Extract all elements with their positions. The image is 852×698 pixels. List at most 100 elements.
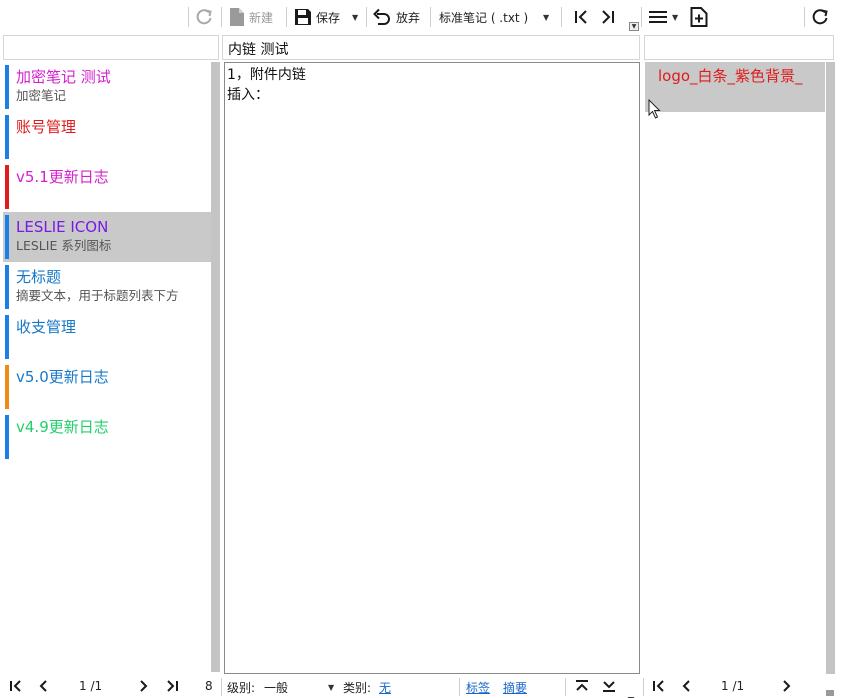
refresh-right-button[interactable] [811,4,829,30]
note-color-bar [5,315,9,359]
mouse-cursor-icon [648,99,661,119]
chevron-right-icon [783,680,791,692]
toolbar-separator [561,7,562,27]
note-list: 加密笔记 测试 加密笔记 账号管理 v5.1更新日志 LESLIE ICON LESLIE… [3,62,211,662]
chevron-right-icon [140,680,148,692]
toolbar: 新建 保存 ▼ 放弃 标准笔记 ( .txt ) ▼ ▼ ▼ [0,0,852,34]
note-list-scrollbar[interactable] [211,62,220,672]
status-separator [565,678,566,696]
new-note-label: 新建 [249,10,274,25]
minimize-status-icon[interactable]: _ [628,684,634,698]
status-bar: 1 /1 8 级别: 一般 ▼ 类别: 无 标签 摘要 _ 1 /1 [0,676,852,698]
note-color-bar [5,365,9,409]
note-item-title: 收支管理 [16,318,77,336]
last-page-button[interactable] [165,679,179,693]
note-item-summary: 摘要文本，用于标题列表下方 [16,288,179,303]
note-item-title: LESLIE ICON [16,218,109,236]
skip-last-icon [167,680,178,692]
note-type-select[interactable]: 标准笔记 ( .txt ) ▼ [439,4,549,30]
attach-first-page-button[interactable] [652,679,666,693]
note-search-input[interactable] [3,35,219,60]
chevrons-down-icon [603,681,615,692]
note-list-item[interactable]: 加密笔记 测试 加密笔记 [3,62,211,112]
note-title-field[interactable]: 内链 测试 [222,35,640,60]
new-file-icon [230,8,244,26]
menu-button[interactable]: ▼ [648,4,678,30]
chevron-left-icon [39,680,47,692]
first-page-button[interactable] [9,679,23,693]
attachment-search-input[interactable] [644,35,834,60]
refresh-left-button[interactable] [195,4,213,30]
page-indicator-left: 1 /1 [79,679,103,693]
skip-first-icon [575,10,587,24]
note-list-item[interactable]: 收支管理 [3,312,211,362]
undo-icon [373,8,390,25]
scroll-bottom-button[interactable] [601,679,617,693]
next-page-button[interactable] [138,679,150,693]
save-options-dropdown[interactable]: ▼ [352,4,358,30]
hamburger-menu-icon [649,11,667,23]
new-note-button[interactable]: 新建 [229,4,273,30]
note-title-text: 内链 测试 [228,42,289,58]
skip-first-icon [653,680,664,692]
note-list-item[interactable]: v5.1更新日志 [3,162,211,212]
category-link[interactable]: 无 [379,679,391,696]
chevron-left-icon [682,680,690,692]
discard-label: 放弃 [396,10,421,25]
level-value: 一般 [264,681,289,695]
note-editor[interactable]: 1，附件内链 插入： [224,62,640,674]
note-list-item[interactable]: LESLIE ICON LESLIE 系列图标 [3,212,211,262]
attach-next-page-button[interactable] [781,679,793,693]
note-search-field[interactable] [4,36,218,59]
note-color-bar [5,65,9,109]
note-list-item[interactable]: v5.0更新日志 [3,362,211,412]
first-note-button[interactable] [573,4,589,30]
status-separator [643,678,644,696]
note-list-item[interactable]: v4.9更新日志 [3,412,211,462]
caret-down-icon: ▼ [352,12,359,22]
note-count: 8 [205,679,213,693]
note-color-bar [5,415,9,459]
attachment-item[interactable]: logo_白条_紫色背景_ [645,62,825,112]
attachment-list: logo_白条_紫色背景_ [645,62,825,662]
chevrons-up-icon [576,680,588,691]
save-button[interactable]: 保存 [294,4,340,30]
toolbar-separator [430,7,431,27]
caret-down-icon: ▼ [672,12,679,22]
skip-first-icon [10,680,21,692]
attachment-list-scrollbar[interactable] [826,62,835,674]
note-item-title: v4.9更新日志 [16,418,109,436]
level-label: 级别: [227,681,256,695]
note-color-bar [5,165,9,209]
toolbar-overflow-button[interactable]: ▼ [629,22,639,31]
last-note-button[interactable] [600,4,616,30]
level-select[interactable]: 一般 ▼ [264,679,334,696]
caret-down-icon: ▼ [328,683,335,692]
page-indicator-right: 1 /1 [721,679,745,693]
note-item-summary: LESLIE 系列图标 [16,238,112,253]
toolbar-separator [188,7,189,27]
discard-button[interactable]: 放弃 [372,4,420,30]
note-list-item[interactable]: 账号管理 [3,112,211,162]
toolbar-separator [641,7,642,27]
prev-page-button[interactable] [37,679,49,693]
note-color-bar [5,115,9,159]
skip-last-icon [602,10,614,24]
attach-prev-page-button[interactable] [680,679,692,693]
add-attachment-button[interactable] [690,4,708,30]
note-item-title: 无标题 [16,268,62,286]
note-item-title: 账号管理 [16,118,77,136]
scroll-top-button[interactable] [574,679,590,693]
note-color-bar [5,215,9,259]
note-item-title: v5.0更新日志 [16,368,109,386]
summary-link[interactable]: 摘要 [503,679,527,696]
note-list-item[interactable]: 无标题摘要文本，用于标题列表下方 [3,262,211,312]
note-item-title: 加密笔记 测试 [16,68,111,86]
save-icon [295,9,311,25]
caret-down-icon: ▼ [543,12,550,22]
tags-link[interactable]: 标签 [466,679,490,696]
refresh-icon [196,9,212,25]
note-item-summary: 加密笔记 [16,88,67,103]
attachment-search-field[interactable] [645,36,833,59]
status-separator [459,678,460,696]
